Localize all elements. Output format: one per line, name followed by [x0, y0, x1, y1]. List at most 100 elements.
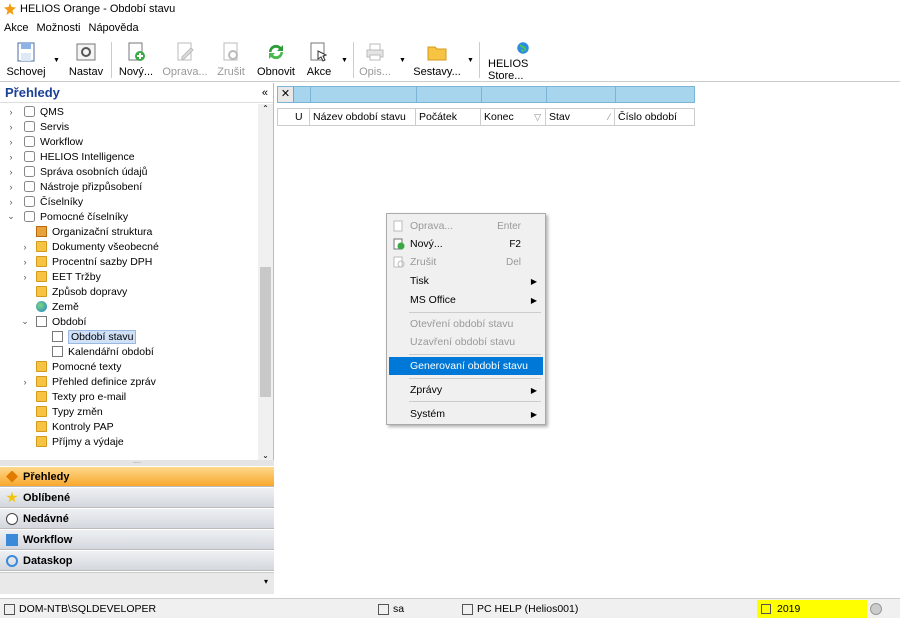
- expand-icon[interactable]: ›: [6, 122, 16, 132]
- menu-item-delete[interactable]: Zrušit Del: [389, 253, 543, 271]
- actions-dropdown-icon[interactable]: ▼: [341, 57, 348, 64]
- tree-item[interactable]: Kalendářní období: [52, 344, 154, 359]
- menu-item-reports[interactable]: Zprávy ▶: [389, 381, 543, 399]
- tree-item[interactable]: › Číselníky: [6, 194, 84, 209]
- expand-icon[interactable]: ›: [6, 197, 16, 207]
- scroll-down-icon[interactable]: ⌄: [258, 451, 273, 460]
- tree-item[interactable]: Typy změn: [36, 404, 103, 419]
- tree-item[interactable]: › EET Tržby: [20, 269, 101, 284]
- tree-item[interactable]: › Workflow: [6, 134, 83, 149]
- print-dropdown-icon[interactable]: ▼: [399, 57, 406, 64]
- toolbar-separator: [479, 42, 480, 78]
- new-document-icon: [128, 42, 145, 61]
- column-header-end[interactable]: Konec ▽: [481, 109, 546, 125]
- menu-napoveda[interactable]: Nápověda: [89, 22, 139, 34]
- submenu-arrow-icon: ▶: [530, 276, 537, 286]
- expand-icon[interactable]: ›: [6, 152, 16, 162]
- nav-recent[interactable]: Nedávné: [0, 509, 274, 529]
- collapse-panel-icon[interactable]: «: [262, 87, 268, 99]
- tree-item[interactable]: › Přehled definice zpráv: [20, 374, 156, 389]
- tree-item[interactable]: › QMS: [6, 104, 64, 119]
- tree-item[interactable]: Způsob dopravy: [36, 284, 127, 299]
- tree-item[interactable]: › Dokumenty všeobecné: [20, 239, 159, 254]
- tree-scrollbar[interactable]: ⌃ ⌄: [258, 104, 273, 460]
- column-header-start[interactable]: Počátek: [416, 109, 481, 125]
- nav-workflow[interactable]: Workflow: [0, 530, 274, 550]
- menu-item-print[interactable]: Tisk ▶: [389, 272, 543, 290]
- expand-icon[interactable]: ›: [20, 242, 30, 252]
- tree-item[interactable]: ⌄ Pomocné číselníky: [6, 209, 128, 224]
- fiscal-year-status[interactable]: 2019: [757, 600, 867, 618]
- toolbar-separator: [111, 42, 112, 78]
- tree-item[interactable]: Organizační struktura: [36, 224, 152, 239]
- expand-icon[interactable]: ›: [6, 137, 16, 147]
- nav-favorites[interactable]: Oblíbené: [0, 488, 274, 508]
- tree-item[interactable]: Příjmy a výdaje: [36, 434, 124, 449]
- new-button[interactable]: Nový...: [116, 38, 156, 82]
- tree-item[interactable]: › HELIOS Intelligence: [6, 149, 135, 164]
- clear-filter-icon[interactable]: ✕: [278, 87, 294, 102]
- collapse-icon[interactable]: ⌄: [6, 211, 16, 222]
- column-header-name[interactable]: Název období stavu: [310, 109, 416, 125]
- column-header-period-number[interactable]: Číslo období: [615, 109, 695, 125]
- menu-akce[interactable]: Akce: [4, 22, 28, 34]
- menu-item-system[interactable]: Systém ▶: [389, 405, 543, 423]
- folder-icon: [36, 391, 47, 402]
- clock-icon: [6, 512, 18, 525]
- submenu-arrow-icon: ▶: [530, 409, 537, 419]
- expand-icon[interactable]: ›: [6, 107, 16, 117]
- actions-button[interactable]: Akce: [306, 38, 332, 82]
- menu-item-close-period[interactable]: Uzavření období stavu: [389, 333, 543, 351]
- menu-separator: [409, 378, 541, 379]
- reports-dropdown-icon[interactable]: ▼: [467, 57, 474, 64]
- refresh-button[interactable]: Obnovit: [256, 38, 296, 82]
- panel-splitter[interactable]: ....: [0, 458, 274, 466]
- column-header-state[interactable]: Stav ⁄: [546, 109, 615, 125]
- tree-item[interactable]: › Servis: [6, 119, 70, 134]
- tree-item[interactable]: › Správa osobních údajů: [6, 164, 148, 179]
- settings-button[interactable]: Nastav: [68, 38, 104, 82]
- tree-item-selected[interactable]: Období stavu: [52, 329, 137, 344]
- tree-item[interactable]: Pomocné texty: [36, 359, 121, 374]
- column-header-u[interactable]: U: [292, 109, 310, 125]
- folder-icon: [36, 406, 47, 417]
- menu-item-new[interactable]: Nový... F2: [389, 235, 543, 253]
- window-title: HELIOS Orange - Období stavu: [20, 3, 176, 15]
- tree-item[interactable]: Texty pro e-mail: [36, 389, 126, 404]
- menu-item-edit[interactable]: Oprava... Enter: [389, 217, 543, 235]
- nav-overviews[interactable]: Přehledy: [0, 467, 274, 487]
- menu-item-generate-period[interactable]: Generovaní období stavu: [389, 357, 543, 375]
- expand-icon[interactable]: ›: [20, 377, 30, 387]
- expand-icon[interactable]: ›: [20, 257, 30, 267]
- tree-item[interactable]: Kontroly PAP: [36, 419, 114, 434]
- nav-configure-icon[interactable]: ▾: [264, 577, 268, 586]
- status-indicator[interactable]: [870, 599, 882, 618]
- menu-item-open-period[interactable]: Otevření období stavu: [389, 315, 543, 333]
- print-button[interactable]: Opis...: [359, 38, 391, 82]
- new-document-icon: [393, 238, 405, 250]
- helios-store-button[interactable]: HELIOS Store...: [488, 38, 558, 82]
- save-dropdown-icon[interactable]: ▼: [53, 57, 60, 64]
- tree-item[interactable]: › Procentní sazby DPH: [20, 254, 153, 269]
- nav-dataskop[interactable]: Dataskop: [0, 551, 274, 571]
- collapse-icon[interactable]: ⌄: [20, 316, 30, 327]
- edit-button[interactable]: Oprava...: [162, 38, 208, 82]
- delete-icon: [223, 42, 238, 61]
- expand-icon[interactable]: ›: [20, 272, 30, 282]
- edit-icon: [393, 220, 403, 232]
- filter-row[interactable]: ✕: [277, 86, 695, 103]
- expand-icon[interactable]: ›: [6, 182, 16, 192]
- delete-button[interactable]: Zrušit: [216, 38, 246, 82]
- scroll-up-icon[interactable]: ⌃: [258, 104, 273, 113]
- expand-icon[interactable]: ›: [6, 167, 16, 177]
- folder-icon: [36, 241, 47, 252]
- menu-moznosti[interactable]: Možnosti: [36, 22, 80, 34]
- user-status: sa: [378, 599, 404, 618]
- menu-item-msoffice[interactable]: MS Office ▶: [389, 291, 543, 309]
- save-button[interactable]: Schovej: [6, 38, 46, 82]
- tree-item[interactable]: Země: [36, 299, 79, 314]
- tree-item[interactable]: › Nástroje přizpůsobení: [6, 179, 143, 194]
- tree-item[interactable]: ⌄ Období: [20, 314, 86, 329]
- scroll-thumb[interactable]: [260, 267, 271, 397]
- reports-button[interactable]: Sestavy...: [413, 38, 461, 82]
